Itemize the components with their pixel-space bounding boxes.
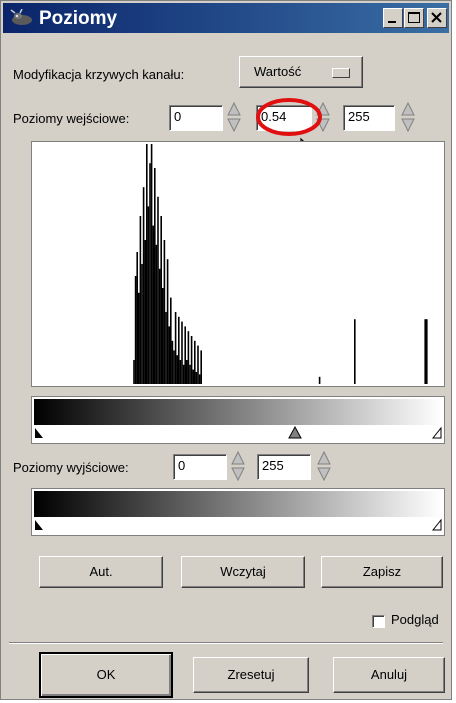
input-low-spinner-icon[interactable] bbox=[227, 101, 241, 133]
preview-checkbox[interactable] bbox=[372, 615, 385, 628]
save-button[interactable]: Zapisz bbox=[321, 556, 443, 588]
output-high-spinner-icon[interactable] bbox=[317, 450, 331, 482]
window-title: Poziomy bbox=[39, 8, 118, 29]
histogram-bar bbox=[173, 350, 175, 384]
levels-dialog: Poziomy Modyfikacja krzywych kanału: War… bbox=[0, 0, 452, 700]
reset-button[interactable]: Zresetuj bbox=[193, 657, 309, 693]
histogram-bar bbox=[141, 264, 143, 384]
histogram-bar bbox=[139, 216, 142, 384]
input-white-point-slider-icon[interactable] bbox=[432, 427, 442, 439]
histogram-bar bbox=[178, 316, 180, 384]
input-high-spinner-icon[interactable] bbox=[401, 101, 415, 133]
histogram-bar bbox=[154, 168, 156, 384]
histogram-bar bbox=[424, 319, 426, 384]
histogram-bar bbox=[318, 376, 321, 384]
histogram-bar bbox=[133, 360, 135, 384]
output-black-point-slider-icon[interactable] bbox=[34, 519, 44, 531]
cancel-button[interactable]: Anuluj bbox=[333, 657, 445, 693]
histogram-bar bbox=[197, 345, 199, 384]
output-low-spinner-icon[interactable] bbox=[231, 450, 245, 482]
histogram-bar bbox=[134, 276, 137, 384]
histogram-bar bbox=[158, 268, 161, 384]
output-high-field[interactable]: 255 bbox=[257, 454, 311, 480]
histogram-bar bbox=[138, 292, 140, 384]
gimp-wilber-icon bbox=[9, 8, 35, 27]
histogram-bar bbox=[192, 369, 194, 384]
maximize-button[interactable] bbox=[404, 8, 424, 28]
histogram-bar bbox=[190, 336, 193, 384]
histogram-bar bbox=[176, 355, 178, 384]
histogram-bar bbox=[144, 240, 146, 384]
histogram-bar bbox=[162, 288, 164, 384]
input-gradient-bar[interactable] bbox=[31, 396, 445, 444]
histogram-bar bbox=[171, 340, 174, 384]
histogram-panel bbox=[31, 141, 445, 387]
close-button[interactable] bbox=[427, 8, 447, 28]
histogram-bar bbox=[136, 252, 138, 384]
histogram-bar bbox=[184, 326, 186, 384]
histogram-bar bbox=[157, 196, 159, 384]
histogram-bar bbox=[150, 144, 153, 384]
output-white-point-slider-icon[interactable] bbox=[432, 519, 442, 531]
histogram-bar bbox=[181, 321, 183, 384]
channel-label: Modyfikacja krzywych kanału: bbox=[13, 67, 185, 82]
histogram-bar bbox=[165, 312, 167, 384]
histogram-bar bbox=[354, 319, 356, 384]
histogram-bar bbox=[182, 364, 185, 384]
histogram-bar bbox=[168, 326, 170, 384]
input-gamma-slider-icon[interactable] bbox=[288, 426, 302, 439]
input-levels-label: Poziomy wejściowe: bbox=[13, 111, 130, 126]
histogram-bar bbox=[198, 374, 201, 384]
histogram-bar bbox=[147, 206, 150, 384]
histogram-bar bbox=[189, 364, 191, 384]
histogram-bar bbox=[200, 350, 202, 384]
histogram-bar bbox=[194, 340, 196, 384]
histogram-bar bbox=[152, 225, 154, 384]
channel-dropdown[interactable]: Wartość bbox=[239, 56, 363, 88]
input-black-point-slider-icon[interactable] bbox=[34, 427, 44, 439]
separator bbox=[9, 642, 443, 644]
histogram-bar bbox=[155, 244, 158, 384]
load-button[interactable]: Wczytaj bbox=[181, 556, 305, 588]
minimize-button[interactable] bbox=[383, 8, 403, 28]
histogram-bar bbox=[174, 312, 177, 384]
output-low-field[interactable]: 0 bbox=[173, 454, 227, 480]
histogram-bar bbox=[170, 297, 172, 384]
histogram-bar bbox=[186, 360, 188, 384]
ok-button[interactable]: OK bbox=[39, 652, 173, 698]
histogram-bar bbox=[146, 144, 148, 384]
histogram-chart bbox=[133, 144, 428, 384]
histogram-bar bbox=[426, 319, 428, 384]
histogram-bar bbox=[195, 372, 198, 384]
input-high-field[interactable]: 255 bbox=[343, 105, 395, 131]
input-gradient-strip bbox=[34, 399, 442, 425]
preview-label: Podgląd bbox=[391, 612, 439, 627]
maximize-icon bbox=[408, 12, 420, 23]
histogram-bar bbox=[142, 187, 145, 384]
histogram-bar bbox=[149, 163, 151, 384]
highlight-ellipse bbox=[256, 98, 322, 136]
output-gradient-bar[interactable] bbox=[31, 488, 445, 536]
title-bar[interactable]: Poziomy bbox=[3, 3, 449, 33]
option-menu-indicator-icon bbox=[332, 68, 350, 78]
output-levels-label: Poziomy wyjściowe: bbox=[13, 460, 129, 475]
auto-button[interactable]: Aut. bbox=[39, 556, 163, 588]
close-icon bbox=[431, 12, 442, 23]
histogram-bar bbox=[160, 216, 162, 384]
channel-selected-value: Wartość bbox=[254, 64, 302, 79]
minimize-icon bbox=[388, 21, 396, 23]
histogram-bar bbox=[166, 259, 169, 384]
histogram-bar bbox=[187, 331, 190, 384]
histogram-bar bbox=[163, 240, 166, 384]
output-gradient-strip bbox=[34, 491, 442, 517]
histogram-bar bbox=[179, 360, 182, 384]
input-low-field[interactable]: 0 bbox=[169, 105, 223, 131]
